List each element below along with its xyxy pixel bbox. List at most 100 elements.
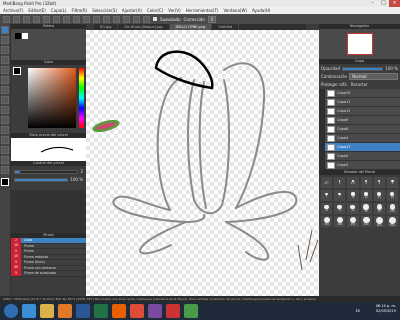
internet-explorer-icon[interactable] [22,304,36,318]
brush-size-cell[interactable]: 0.7 [321,177,333,188]
rotate-icon[interactable] [113,15,120,23]
brush-size-cell[interactable]: 5 [321,190,333,201]
menu-ventana[interactable]: Ventana(W) [223,7,247,14]
excel-icon[interactable] [94,304,108,318]
brush-size-cell[interactable]: 4 [386,177,398,188]
hand-icon[interactable] [103,15,110,23]
brush-size-cell[interactable]: 400 [373,216,385,227]
dot-tool-icon[interactable] [1,46,9,54]
firefox-icon[interactable] [112,304,126,318]
app-icon[interactable] [148,304,162,318]
word-icon[interactable] [76,304,90,318]
chrome-icon[interactable] [130,304,144,318]
brush-size-cell[interactable]: 30 [334,203,346,214]
ruler-icon[interactable] [133,15,140,23]
hand-tool-icon[interactable] [1,166,9,174]
layer-row[interactable]: Capa11 [319,97,400,107]
palette-swatch-black[interactable] [15,33,21,39]
zoom-icon[interactable] [93,15,100,23]
palette-swatch-white[interactable] [22,33,28,39]
gradient-tool-icon[interactable] [1,76,9,84]
smoothing-checkbox[interactable] [153,17,157,21]
layer-row[interactable]: Capa3 [319,160,400,170]
layer-opacity-slider[interactable] [341,66,384,71]
color-picker-square[interactable] [28,68,76,128]
color-swatch-foreground[interactable] [1,178,9,186]
brush-size-cell[interactable]: 1.5 [347,177,359,188]
brush-size-cell[interactable]: 40 [347,203,359,214]
paint-icon[interactable] [166,304,180,318]
close-button[interactable]: × [389,0,400,7]
menu-ayuda[interactable]: Ayuda(H) [252,7,271,14]
eraser-icon[interactable] [33,15,40,23]
menu-seleccion[interactable]: Selección(S) [92,7,117,14]
brush-size-cell[interactable]: 50 [360,203,372,214]
layer-row[interactable]: Capa8 [319,124,400,134]
hue-slider[interactable] [79,68,84,128]
eye-icon[interactable] [319,97,325,107]
brush-size-cell[interactable]: 25 [321,203,333,214]
eye-icon[interactable] [319,142,325,152]
eye-icon[interactable] [319,88,325,98]
transform-icon[interactable] [53,15,60,23]
move-tool-icon[interactable] [1,56,9,64]
lasso-tool-icon[interactable] [1,106,9,114]
brush-tool-icon[interactable] [1,26,9,34]
menu-ajustar[interactable]: Ajustar(A) [122,7,142,14]
menu-ver[interactable]: Ver(V) [168,7,180,14]
drawing-canvas[interactable] [86,30,319,296]
brush-size-cell[interactable]: 3 [373,177,385,188]
brush-icon[interactable] [23,15,30,23]
medibang-icon[interactable] [184,304,198,318]
language-indicator[interactable]: ES [356,309,360,313]
menu-filtro[interactable]: Filtro(R) [71,7,87,14]
brush-opacity-slider[interactable] [14,177,69,182]
eye-icon[interactable] [319,106,325,116]
maximize-button[interactable]: □ [378,0,389,7]
fill-tool-icon[interactable] [1,66,9,74]
select-tool-icon[interactable] [1,96,9,104]
blend-select[interactable]: Normal [349,73,398,80]
menu-editar[interactable]: Editar(E) [28,7,46,14]
brush-size-slider[interactable] [14,169,79,174]
eraser-tool-icon[interactable] [1,36,9,44]
brush-size-cell[interactable]: 7 [334,190,346,201]
fill-icon[interactable] [63,15,70,23]
eye-icon[interactable] [319,133,325,143]
brush-size-cell[interactable]: 500 [386,216,398,227]
media-player-icon[interactable] [58,304,72,318]
eye-icon[interactable] [319,124,325,134]
navigator-thumbnail[interactable] [346,33,373,55]
brush-size-cell[interactable]: 150 [321,216,333,227]
menu-herramientas[interactable]: Herramientas(T) [186,7,219,14]
menu-capa[interactable]: Capa(L) [51,7,67,14]
divide-tool-icon[interactable] [1,146,9,154]
layer-row[interactable]: Capa9 [319,115,400,125]
eye-icon[interactable] [319,151,325,161]
layer-row[interactable]: Capa5 [319,151,400,161]
brush-size-cell[interactable]: 2 [360,177,372,188]
layer-row[interactable]: Capa10 [319,88,400,98]
taskbar-clock[interactable]: 08:10 p. m. 02/05/2019 [376,304,396,314]
layer-row-selected[interactable]: Capa17 [319,142,400,152]
grid-icon[interactable] [73,15,80,23]
text-tool-icon[interactable] [1,136,9,144]
protect-alpha-checkbox[interactable]: Proteger alfa [321,82,347,87]
brush-size-cell[interactable]: 15 [373,190,385,201]
start-button-icon[interactable] [4,304,18,318]
eye-icon[interactable] [319,160,325,170]
bucket-tool-icon[interactable] [1,86,9,94]
brush-size-cell[interactable]: 200 [334,216,346,227]
select-icon[interactable] [43,15,50,23]
eye-icon[interactable] [319,115,325,125]
brush-size-cell[interactable]: 100 [386,203,398,214]
fg-color-swatch[interactable] [13,67,21,75]
eyedropper-tool-icon[interactable] [1,156,9,164]
brush-size-cell[interactable]: 70 [373,203,385,214]
snap-icon[interactable] [83,15,90,23]
file-explorer-icon[interactable] [40,304,54,318]
brush-size-cell[interactable]: 250 [347,216,359,227]
brush-size-cell[interactable]: 10 [347,190,359,201]
brush-size-cell[interactable]: 300 [360,216,372,227]
brush-size-cell[interactable]: 20 [386,190,398,201]
